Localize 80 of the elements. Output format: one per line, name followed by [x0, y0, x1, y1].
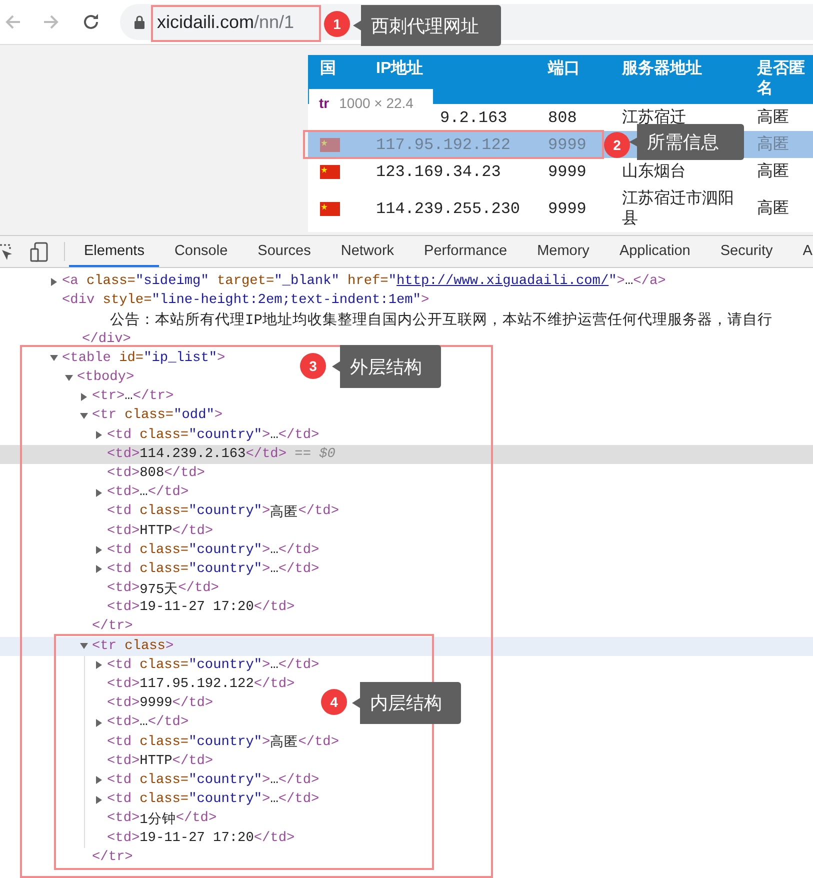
code-line[interactable]: 公告：本站所有代理IP地址均收集整理自国内公开互联网，本站不维护运营任何代理服务器，请自行: [0, 310, 772, 330]
disclosure-triangle-icon[interactable]: [95, 718, 103, 727]
column-header: 服务器地址: [622, 59, 702, 79]
code-line[interactable]: <td class="country">高匿</td>: [0, 732, 339, 752]
device-icon[interactable]: [30, 242, 50, 262]
code-line[interactable]: </tr>: [0, 848, 133, 867]
disclosure-triangle-icon[interactable]: [95, 796, 103, 804]
disclosure-triangle-icon[interactable]: [50, 278, 58, 286]
code-line[interactable]: <td>19-11-27 17:20</td>: [0, 598, 295, 618]
disclosure-triangle-icon[interactable]: [95, 488, 103, 497]
table-cell: 9999: [548, 134, 586, 154]
table-cell: 117.95.192.122: [376, 134, 510, 154]
column-header: IP地址: [376, 59, 424, 79]
disclosure-triangle-icon[interactable]: [95, 431, 103, 440]
code-line[interactable]: <td>19-11-27 17:20</td>: [0, 828, 295, 848]
table-cell: 9999: [548, 162, 586, 182]
code-line[interactable]: <td>975天</td>: [0, 579, 219, 598]
number-badge: 3: [300, 353, 326, 379]
code-line[interactable]: <td>9999</td>: [0, 694, 214, 714]
devtools-tab[interactable]: Console: [159, 236, 243, 267]
disclosure-triangle-icon[interactable]: [80, 392, 88, 401]
code-line[interactable]: <td class="country">…</td>: [0, 426, 320, 445]
devtools-tab[interactable]: Sources: [242, 236, 326, 267]
code-line[interactable]: <table id="ip_list">: [0, 348, 226, 368]
lock-icon: [134, 15, 145, 29]
code-line[interactable]: <tbody>: [0, 368, 134, 388]
table-cell: 9999: [548, 198, 586, 218]
disclosure-triangle-icon[interactable]: [95, 565, 103, 574]
code-line[interactable]: <td class="country">…</td>: [0, 656, 320, 675]
reload-icon[interactable]: [82, 13, 100, 31]
code-line[interactable]: <td>…</td>: [0, 713, 189, 732]
code-line[interactable]: <div style="line-height:2em;text-indent:1em">: [0, 291, 430, 310]
code-line[interactable]: <td>117.95.192.122</td>: [0, 674, 295, 694]
table-cell: 高匿: [757, 198, 789, 218]
code-line[interactable]: <td class="country">高匿</td>: [0, 502, 339, 522]
callout-label: 所需信息: [629, 124, 744, 160]
code-line[interactable]: <td class="country">…</td>: [0, 540, 320, 560]
code-line[interactable]: </div>: [0, 330, 131, 349]
disclosure-triangle-icon[interactable]: [80, 642, 88, 650]
disclosure-triangle-icon[interactable]: [50, 354, 58, 362]
disclosure-triangle-icon[interactable]: [95, 546, 103, 554]
disclosure-triangle-icon[interactable]: [65, 374, 73, 382]
devtools-tab[interactable]: Security: [705, 236, 788, 267]
code-line[interactable]: <td class="country">…</td>: [0, 560, 320, 579]
devtools-tab[interactable]: Network: [326, 236, 410, 267]
column-header: 是否匿名: [757, 59, 806, 99]
code-line[interactable]: <td>808</td>: [0, 464, 205, 484]
table-cell: 9.2.163: [440, 108, 508, 128]
disclosure-triangle-icon[interactable]: [80, 412, 88, 420]
table-cell: 高匿: [757, 108, 789, 128]
callout-label: 内层结构: [352, 682, 461, 724]
callout-label: 外层结构: [332, 345, 441, 388]
code-line[interactable]: <td class="country">…</td>: [0, 790, 320, 810]
code-line[interactable]: </tr>: [0, 617, 133, 637]
link[interactable]: http://www.xiguadaili.com/: [396, 274, 609, 290]
code-line[interactable]: <td>HTTP</td>: [0, 752, 214, 771]
code-line[interactable]: <td>HTTP</td>: [0, 521, 214, 541]
devtools-tab[interactable]: Memory: [522, 236, 604, 267]
code-line[interactable]: <td class="country">…</td>: [0, 770, 320, 790]
table-cell: 高匿: [757, 162, 789, 182]
disclosure-triangle-icon[interactable]: [95, 776, 103, 784]
table-cell: 123.169.34.23: [376, 162, 501, 182]
devtools-tab[interactable]: Elements: [69, 236, 160, 267]
table-cell: 山东烟台: [622, 162, 686, 182]
devtools-tab[interactable]: A: [788, 236, 813, 267]
table-cell: 808: [548, 108, 577, 128]
code-line[interactable]: <tr>…</tr>: [0, 387, 174, 406]
table-cell: 高匿: [757, 134, 789, 154]
devtools-tab[interactable]: Application: [604, 236, 706, 267]
code-line[interactable]: <tr class="odd">: [0, 406, 223, 426]
code-line[interactable]: <td>1分钟</td>: [0, 809, 217, 828]
disclosure-triangle-icon[interactable]: [95, 661, 103, 670]
code-line[interactable]: <td>…</td>: [0, 483, 189, 502]
callout-label: 西刺代理网址: [353, 5, 501, 46]
column-header: 国: [320, 59, 336, 79]
devtools-tab[interactable]: Performance: [409, 236, 522, 267]
column-header: 端口: [548, 59, 580, 79]
code-line[interactable]: <a class="sideimg" target="_blank" href="http://www.xiguadaili.com/">…</a>: [0, 272, 666, 292]
table-cell-text: 江苏宿迁市泗阳县: [622, 188, 735, 228]
table-cell: 114.239.255.230: [376, 198, 520, 218]
